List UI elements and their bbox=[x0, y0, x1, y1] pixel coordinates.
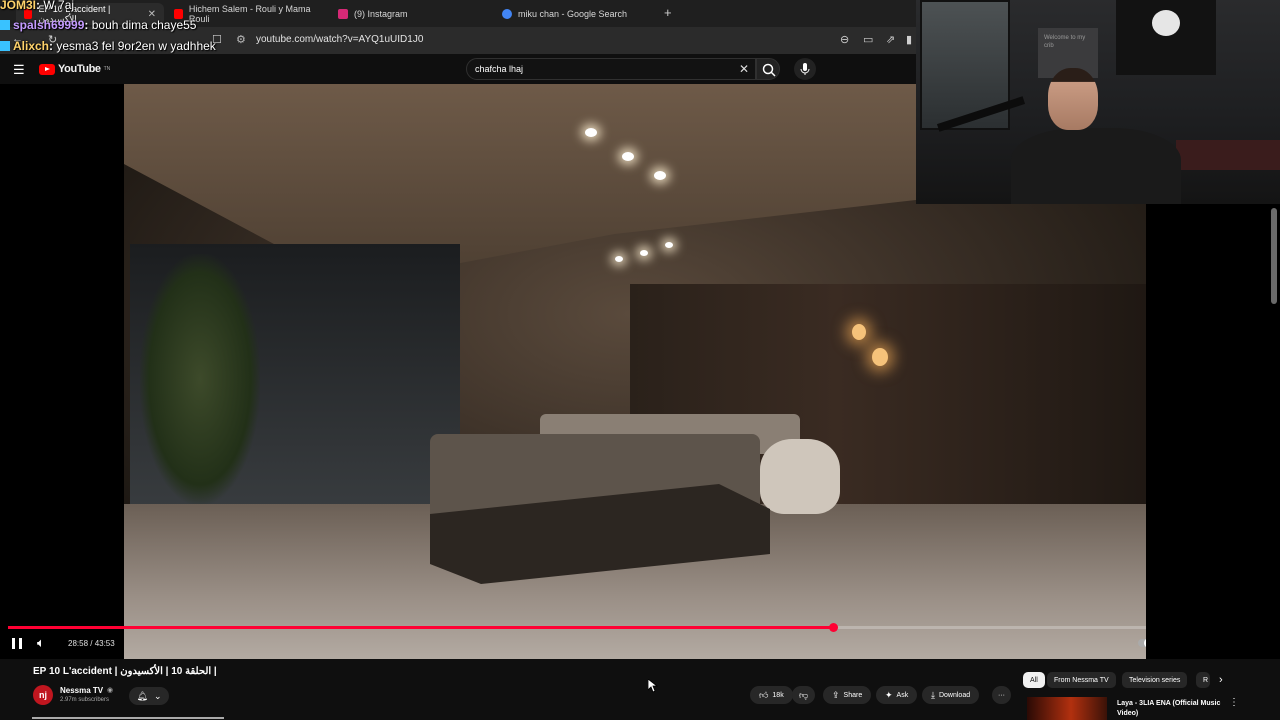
hamburger-menu-icon[interactable]: ☰ bbox=[13, 62, 25, 78]
progress-bar[interactable] bbox=[8, 623, 1258, 632]
clear-search-icon[interactable]: ✕ bbox=[739, 62, 749, 76]
webcam-overlay: Welcome to my crib bbox=[916, 0, 1280, 204]
scrollbar[interactable] bbox=[1271, 208, 1277, 304]
like-count: 18k bbox=[772, 691, 784, 699]
ask-button[interactable]: ✦ Ask bbox=[876, 686, 918, 704]
verified-badge-icon: ◉ bbox=[107, 687, 114, 694]
youtube-wordmark: YouTube bbox=[58, 63, 101, 75]
voice-search-button[interactable] bbox=[794, 58, 816, 80]
ceiling-light bbox=[665, 242, 673, 248]
jolly-roger-icon bbox=[1152, 10, 1180, 36]
chat-user: spalsh69999 bbox=[13, 18, 85, 32]
chat-line: spalsh69999: bouh dima chaye55 bbox=[0, 18, 196, 32]
like-button[interactable]: 👍︎ 18k bbox=[750, 686, 793, 704]
more-actions-button[interactable]: ··· bbox=[992, 686, 1011, 704]
tab-label: (9) Instagram bbox=[354, 9, 408, 19]
channel-avatar[interactable]: nj bbox=[33, 685, 53, 705]
ceiling-light bbox=[585, 128, 597, 137]
download-button[interactable]: ⤓ Download bbox=[922, 686, 980, 704]
instagram-favicon-icon bbox=[338, 9, 348, 19]
cursor-arrow-icon bbox=[648, 679, 658, 693]
country-code: TN bbox=[103, 66, 111, 72]
chip-partial[interactable]: R bbox=[1196, 672, 1210, 688]
youtube-header: ☰ YouTube TN chafcha lhaj ✕ bbox=[0, 54, 916, 84]
new-tab-button[interactable]: + bbox=[664, 5, 672, 20]
site-info-icon[interactable]: ⚙ bbox=[236, 33, 246, 46]
tab-instagram[interactable]: (9) Instagram bbox=[330, 3, 490, 25]
poster-text: Welcome to my crib bbox=[1044, 35, 1086, 49]
chip-television-series[interactable]: Television series bbox=[1122, 672, 1188, 688]
watch-metadata: EP 10 L'accident | الحلقة 10 | الأكسيدون… bbox=[0, 659, 1280, 720]
url-field[interactable]: youtube.com/watch?v=AYQ1uUID1J0 bbox=[256, 34, 423, 45]
chat-line: Alixch: yesma3 fel 9or2en w yadhhek bbox=[0, 39, 216, 53]
sparkle-icon: ✦ bbox=[885, 689, 893, 700]
chat-message: yesma3 fel 9or2en w yadhhek bbox=[56, 39, 216, 53]
download-label: Download bbox=[938, 691, 971, 699]
bell-icon: 🔔︎ bbox=[136, 690, 148, 701]
chat-badge-icon bbox=[0, 41, 10, 51]
chat-user: JOM3I bbox=[0, 0, 37, 12]
ask-label: Ask bbox=[896, 691, 909, 699]
dislike-button[interactable]: 👎︎ bbox=[792, 686, 816, 704]
thumbs-down-icon: 👎︎ bbox=[799, 689, 809, 700]
recommendation-thumbnail[interactable] bbox=[1027, 697, 1107, 720]
extension-icon[interactable]: ▮ bbox=[906, 33, 912, 46]
thumbs-up-icon: 👍︎ bbox=[759, 689, 769, 700]
share-page-icon[interactable]: ⇗ bbox=[886, 33, 895, 46]
webcam-shelf bbox=[1176, 140, 1280, 170]
tab-label: miku chan - Google Search bbox=[518, 9, 628, 19]
youtube-play-icon bbox=[39, 63, 55, 75]
sidebar-area bbox=[1146, 204, 1280, 659]
streamer-head bbox=[1048, 68, 1098, 130]
chat-badge-icon bbox=[0, 20, 10, 30]
pause-icon[interactable] bbox=[12, 638, 22, 649]
search-value: chafcha lhaj bbox=[475, 64, 524, 74]
search-icon bbox=[762, 63, 776, 77]
pendant-light bbox=[852, 324, 866, 340]
zoom-icon[interactable]: ⊖ bbox=[840, 33, 849, 46]
player-controls: 🔈︎ 28:58 / 43:53 ▭ ⚙ ▭ ⤢ bbox=[0, 631, 1280, 659]
ceiling-light bbox=[654, 171, 666, 180]
recommendation-title[interactable]: Laya - 3LIA ENA (Official Music Video) bbox=[1117, 699, 1232, 719]
video-frame-chair bbox=[760, 439, 840, 514]
tab-google[interactable]: miku chan - Google Search bbox=[494, 3, 654, 25]
streamer-body bbox=[1011, 128, 1181, 204]
chat-message: bouh dima chaye55 bbox=[91, 18, 197, 32]
search-button[interactable] bbox=[756, 58, 780, 80]
notification-bell-button[interactable]: 🔔︎ ⌄ bbox=[129, 687, 169, 705]
video-letterbox bbox=[0, 84, 124, 659]
pendant-light bbox=[872, 348, 888, 366]
time-display: 28:58 / 43:53 bbox=[68, 639, 115, 648]
chat-line: JOM3I: W 7aj bbox=[0, 0, 75, 12]
chat-user: Alixch bbox=[13, 39, 50, 53]
chat-message: W 7aj bbox=[43, 0, 75, 12]
chevron-right-icon[interactable]: › bbox=[1219, 674, 1223, 686]
ceiling-light bbox=[615, 256, 623, 262]
share-button[interactable]: ⇪ Share bbox=[823, 686, 872, 704]
channel-name[interactable]: Nessma TV bbox=[60, 686, 103, 695]
ceiling-light bbox=[622, 152, 634, 161]
cast-icon[interactable]: ▭ bbox=[863, 33, 873, 46]
ceiling-light bbox=[640, 250, 648, 256]
volume-icon[interactable]: 🔈︎ bbox=[37, 635, 45, 651]
share-icon: ⇪ bbox=[832, 689, 840, 700]
tab-label: Hichem Salem - Rouli y Mama Rouli bbox=[188, 4, 311, 24]
more-icon: ··· bbox=[998, 691, 1005, 699]
download-icon: ⤓ bbox=[931, 689, 935, 700]
chip-all[interactable]: All bbox=[1023, 672, 1045, 688]
page-scroll-indicator bbox=[32, 717, 224, 719]
google-favicon-icon bbox=[502, 9, 512, 19]
youtube-logo[interactable]: YouTube TN bbox=[39, 63, 110, 75]
progress-fill bbox=[8, 626, 833, 629]
video-frame-plant bbox=[140, 254, 260, 504]
video-title: EP 10 L'accident | الحلقة 10 | الأكسيدون… bbox=[33, 666, 217, 677]
subscriber-count: 2.97m subscribers bbox=[60, 697, 110, 703]
share-label: Share bbox=[843, 691, 863, 699]
chevron-down-icon: ⌄ bbox=[153, 690, 162, 701]
vertical-dots-icon[interactable]: ⋮ bbox=[1229, 697, 1239, 708]
microphone-icon bbox=[800, 63, 810, 75]
search-input[interactable]: chafcha lhaj ✕ bbox=[466, 58, 756, 80]
chip-from-channel[interactable]: From Nessma TV bbox=[1047, 672, 1116, 688]
